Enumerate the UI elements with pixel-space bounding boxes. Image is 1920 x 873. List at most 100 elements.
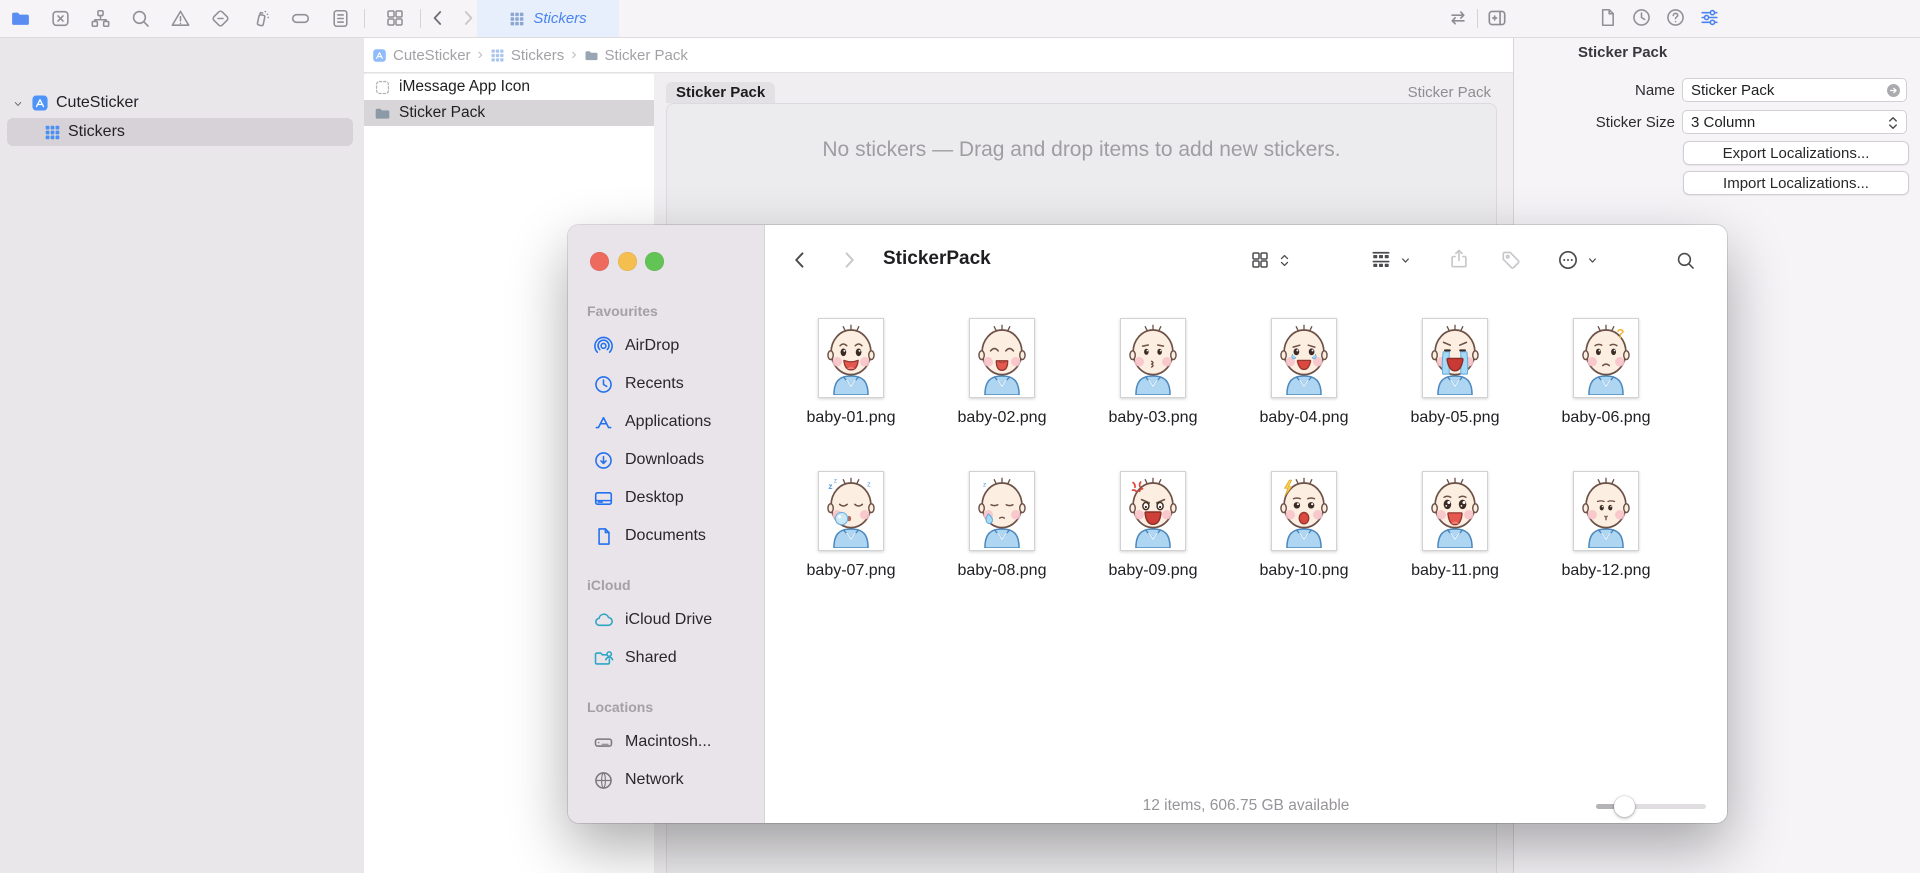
sticker-thumbnail-excited-baby xyxy=(1422,471,1488,551)
zoom-slider-track[interactable] xyxy=(1596,804,1706,809)
app-project-icon xyxy=(31,94,49,112)
breadcrumb-sticker-pack[interactable]: Sticker Pack xyxy=(584,47,688,64)
svg-text:z: z xyxy=(828,481,832,491)
sticker-thumbnail-laugh-baby xyxy=(969,318,1035,398)
file-baby-06[interactable]: ?baby-06.png xyxy=(1551,318,1661,427)
hier-glyph xyxy=(90,8,111,29)
import-localizations-button[interactable]: Import Localizations... xyxy=(1683,171,1909,195)
add-editor-icon[interactable] xyxy=(1486,7,1508,29)
sidebar-item-icloud-drive[interactable]: iCloud Drive xyxy=(568,601,764,639)
group-by-icon[interactable] xyxy=(1370,249,1392,271)
breadcrumb-stickers[interactable]: Stickers xyxy=(490,47,564,64)
code-review-icon[interactable] xyxy=(1447,7,1469,29)
file-baby-04[interactable]: baby-04.png xyxy=(1249,318,1359,427)
sticker-thumbnail-sweating-baby: z xyxy=(969,471,1035,551)
sticker-size-label: Sticker Size xyxy=(1514,114,1675,131)
symbol-navigator-icon[interactable] xyxy=(80,0,120,37)
file-baby-03[interactable]: baby-03.png xyxy=(1098,318,1208,427)
project-name: CuteSticker xyxy=(56,94,139,112)
source-control-navigator-icon[interactable] xyxy=(40,0,80,37)
export-localizations-button[interactable]: Export Localizations... xyxy=(1683,141,1909,165)
file-baby-05[interactable]: baby-05.png xyxy=(1400,318,1510,427)
disclosure-chevron-icon[interactable] xyxy=(12,97,24,109)
sticker-thumbnail-puzzled-baby xyxy=(1120,318,1186,398)
sidebar-item-downloads[interactable]: Downloads xyxy=(568,441,764,479)
appstore-icon xyxy=(593,412,614,433)
file-name-label: baby-09.png xyxy=(1098,562,1208,580)
file-baby-08[interactable]: zbaby-08.png xyxy=(947,471,1057,580)
sidebar-item-documents[interactable]: Documents xyxy=(568,517,764,555)
hdd-icon xyxy=(593,732,614,753)
issue-navigator-icon[interactable] xyxy=(160,0,200,37)
report-navigator-icon[interactable] xyxy=(320,0,360,37)
svg-text:z: z xyxy=(834,478,837,485)
name-label: Name xyxy=(1514,82,1675,99)
goto-arrow-icon[interactable] xyxy=(1885,82,1902,99)
editor-forward-button[interactable] xyxy=(458,8,478,28)
forward-button[interactable] xyxy=(838,249,860,271)
file-baby-09[interactable]: baby-09.png xyxy=(1098,471,1208,580)
section-header: Tags xyxy=(587,821,764,823)
sticker-size-dropdown[interactable]: 3 Column xyxy=(1682,110,1907,134)
sidebar-item-applications[interactable]: Applications xyxy=(568,403,764,441)
rlist-glyph xyxy=(330,8,351,29)
file-baby-11[interactable]: baby-11.png xyxy=(1400,471,1510,580)
breadcrumb-separator: › xyxy=(478,46,483,64)
icon-view-icon[interactable] xyxy=(1250,250,1270,270)
section-header: Locations xyxy=(587,699,764,715)
sidebar-item-airdrop[interactable]: AirDrop xyxy=(568,327,764,365)
jump-bar: CuteSticker › Stickers › Sticker Pack xyxy=(364,38,1513,73)
svg-text:?: ? xyxy=(1616,326,1624,341)
close-button[interactable] xyxy=(590,252,609,271)
editor-back-button[interactable] xyxy=(428,8,448,28)
chevron-down-icon[interactable] xyxy=(1399,254,1412,267)
sidebar-item-label: Documents xyxy=(625,527,706,545)
tab-stickers[interactable]: Stickers xyxy=(477,0,619,37)
sidebar-item-desktop[interactable]: Desktop xyxy=(568,479,764,517)
file-inspector-icon[interactable] xyxy=(1597,7,1618,28)
share-icon[interactable] xyxy=(1448,248,1470,270)
tag-icon[interactable] xyxy=(1500,249,1522,271)
file-baby-12[interactable]: baby-12.png xyxy=(1551,471,1661,580)
file-baby-02[interactable]: baby-02.png xyxy=(947,318,1057,427)
corner-label: Sticker Pack xyxy=(1408,84,1491,101)
asset-row-imessage-app-icon[interactable]: iMessage App Icon xyxy=(364,74,654,100)
navigator-row-stickers[interactable]: Stickers xyxy=(7,118,353,146)
more-actions-icon[interactable] xyxy=(1557,249,1579,271)
back-button[interactable] xyxy=(789,249,811,271)
breakpoint-navigator-icon[interactable] xyxy=(280,0,320,37)
related-items-icon[interactable] xyxy=(385,8,405,28)
spray-glyph xyxy=(250,8,271,29)
sidebar-item-label: Downloads xyxy=(625,451,704,469)
zoom-slider-knob[interactable] xyxy=(1614,796,1635,817)
history-inspector-icon[interactable] xyxy=(1631,7,1652,28)
sidebar-item-shared[interactable]: Shared xyxy=(568,639,764,677)
debug-navigator-icon[interactable] xyxy=(240,0,280,37)
minimize-button[interactable] xyxy=(618,252,637,271)
search-icon[interactable] xyxy=(1675,250,1696,271)
sticker-thumbnail-shocked-baby xyxy=(1271,471,1337,551)
file-name-label: baby-05.png xyxy=(1400,409,1510,427)
file-baby-01[interactable]: baby-01.png xyxy=(796,318,906,427)
sidebar-item-network[interactable]: Network xyxy=(568,761,764,799)
breadcrumb-separator: › xyxy=(571,46,576,64)
breadcrumb-label: Sticker Pack xyxy=(605,47,688,64)
project-row-cutesticker[interactable]: CuteSticker xyxy=(0,90,364,116)
sidebar-item-recents[interactable]: Recents xyxy=(568,365,764,403)
grid3-icon xyxy=(490,48,505,63)
file-baby-07[interactable]: zzzbaby-07.png xyxy=(796,471,906,580)
zoom-button[interactable] xyxy=(645,252,664,271)
name-field[interactable] xyxy=(1682,78,1907,102)
sticker-size-value: 3 Column xyxy=(1691,114,1755,131)
help-inspector-icon[interactable] xyxy=(1665,7,1686,28)
attributes-inspector-icon[interactable] xyxy=(1699,7,1720,28)
project-navigator-icon[interactable] xyxy=(0,0,40,37)
test-navigator-icon[interactable] xyxy=(200,0,240,37)
view-chevrons-icon[interactable] xyxy=(1277,253,1292,268)
chevron-down-icon[interactable] xyxy=(1586,254,1599,267)
asset-row-sticker-pack[interactable]: Sticker Pack xyxy=(364,100,654,126)
find-navigator-icon[interactable] xyxy=(120,0,160,37)
sidebar-item-macintosh-[interactable]: Macintosh... xyxy=(568,723,764,761)
breadcrumb-cutesticker[interactable]: CuteSticker xyxy=(372,47,471,64)
file-baby-10[interactable]: baby-10.png xyxy=(1249,471,1359,580)
